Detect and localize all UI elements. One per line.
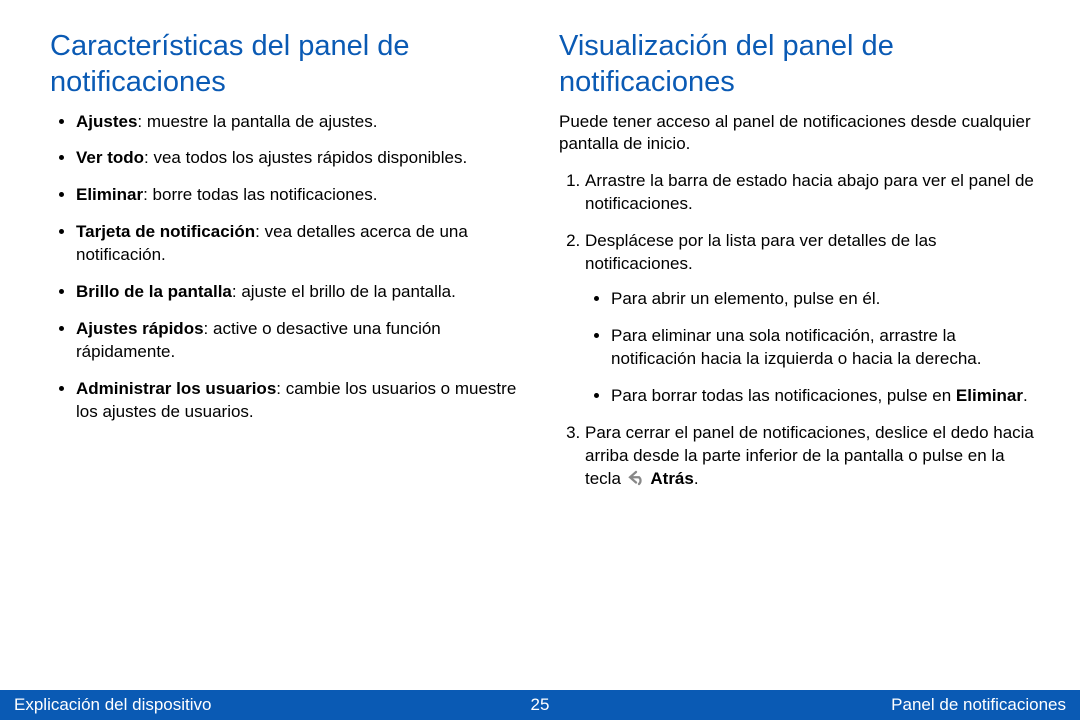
desc: : muestre la pantalla de ajustes. [137, 112, 377, 131]
term: Ver todo [76, 148, 144, 167]
term: Brillo de la pantalla [76, 282, 232, 301]
features-list: Ajustes: muestre la pantalla de ajustes.… [50, 111, 531, 424]
sub-item: Para abrir un elemento, pulse en él. [611, 288, 1040, 311]
desc: : vea todos los ajustes rápidos disponib… [144, 148, 467, 167]
atras-bold: Atrás [650, 469, 693, 488]
term: Administrar los usuarios [76, 379, 276, 398]
sub-text-post: . [1023, 386, 1028, 405]
step-item: Para cerrar el panel de notificaciones, … [585, 422, 1040, 494]
step-item: Desplácese por la lista para ver detalle… [585, 230, 1040, 408]
sub-item: Para borrar todas las notificaciones, pu… [611, 385, 1040, 408]
sub-text: Para borrar todas las notificaciones, pu… [611, 386, 956, 405]
list-item: Ajustes: muestre la pantalla de ajustes. [76, 111, 531, 134]
term: Tarjeta de notificación [76, 222, 255, 241]
right-column: Visualización del panel de notificacione… [559, 28, 1040, 508]
footer-right: Panel de notificaciones [891, 695, 1066, 715]
footer-bar: Explicación del dispositivo 25 Panel de … [0, 690, 1080, 720]
step-text: Desplácese por la lista para ver detalle… [585, 231, 937, 273]
list-item: Brillo de la pantalla: ajuste el brillo … [76, 281, 531, 304]
eliminar-bold: Eliminar [956, 386, 1023, 405]
sub-item: Para eliminar una sola notificación, arr… [611, 325, 1040, 371]
sub-list: Para abrir un elemento, pulse en él. Par… [585, 288, 1040, 408]
back-icon [626, 469, 646, 494]
list-item: Ver todo: vea todos los ajustes rápidos … [76, 147, 531, 170]
term: Eliminar [76, 185, 143, 204]
term: Ajustes [76, 112, 137, 131]
right-heading: Visualización del panel de notificacione… [559, 28, 1040, 101]
step-item: Arrastre la barra de estado hacia abajo … [585, 170, 1040, 216]
left-column: Características del panel de notificacio… [50, 28, 531, 508]
step-text-post: . [694, 469, 699, 488]
desc: : borre todas las notificaciones. [143, 185, 377, 204]
list-item: Ajustes rápidos: active o desactive una … [76, 318, 531, 364]
term: Ajustes rápidos [76, 319, 204, 338]
left-heading: Características del panel de notificacio… [50, 28, 531, 101]
footer-left: Explicación del dispositivo [14, 695, 212, 715]
list-item: Eliminar: borre todas las notificaciones… [76, 184, 531, 207]
list-item: Tarjeta de notificación: vea detalles ac… [76, 221, 531, 267]
list-item: Administrar los usuarios: cambie los usu… [76, 378, 531, 424]
manual-page: Características del panel de notificacio… [0, 0, 1080, 720]
lead-paragraph: Puede tener acceso al panel de notificac… [559, 111, 1040, 157]
two-columns: Características del panel de notificacio… [0, 0, 1080, 508]
desc: : ajuste el brillo de la pantalla. [232, 282, 456, 301]
steps-list: Arrastre la barra de estado hacia abajo … [559, 170, 1040, 493]
